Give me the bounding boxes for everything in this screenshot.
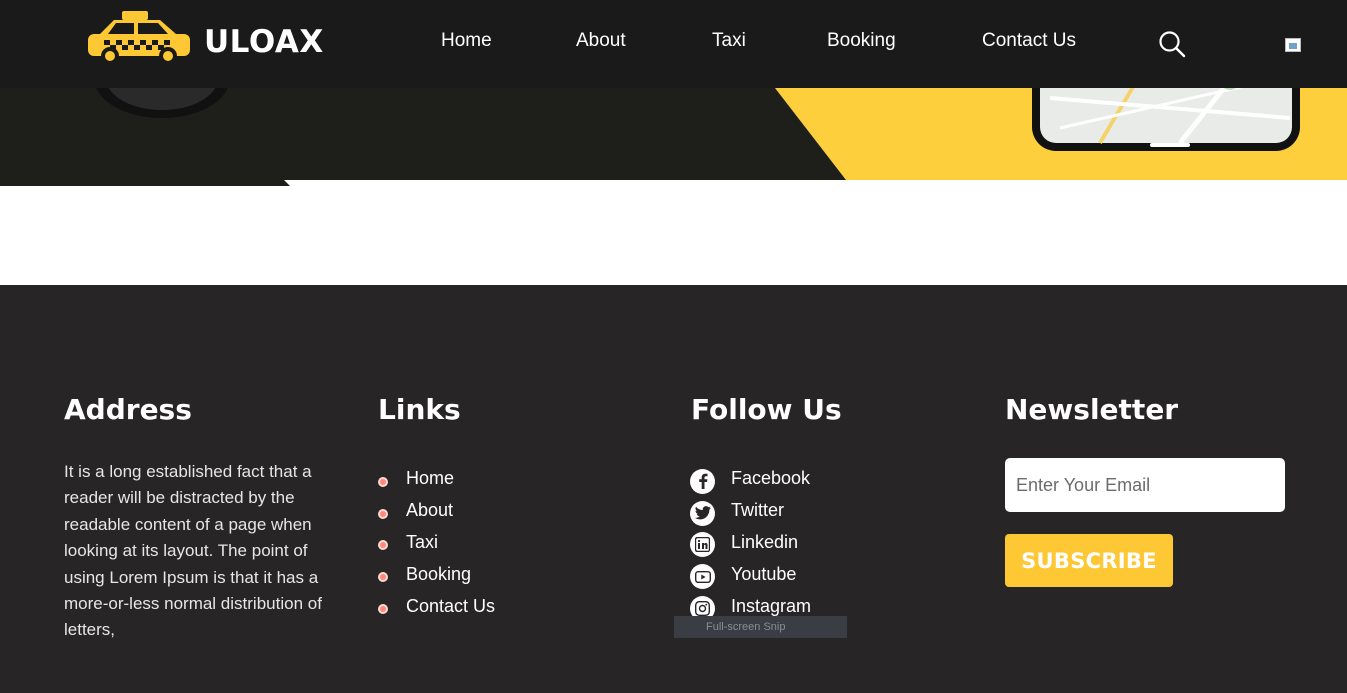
- bullet-icon: [378, 604, 388, 615]
- nav-about[interactable]: About: [576, 30, 626, 52]
- youtube-icon: [690, 564, 715, 590]
- footer-link-home[interactable]: Home: [378, 463, 495, 495]
- bullet-icon: [378, 476, 388, 487]
- nav-booking[interactable]: Booking: [827, 30, 896, 52]
- newsletter-title: Newsletter: [1005, 393, 1179, 426]
- social-link-twitter[interactable]: Twitter: [690, 495, 811, 527]
- brand-name: ULOAX: [204, 23, 324, 60]
- subscribe-button[interactable]: SUBSCRIBE: [1005, 534, 1173, 587]
- bullet-icon: [378, 508, 388, 519]
- address-text: It is a long established fact that a rea…: [64, 462, 322, 640]
- twitter-icon: [690, 500, 715, 526]
- taxi-car-icon: [86, 10, 192, 71]
- bullet-icon: [378, 540, 388, 551]
- hero-banner: [0, 88, 1347, 186]
- site-header: ULOAX Home About Taxi Booking Contact Us: [0, 0, 1347, 88]
- follow-title: Follow Us: [691, 393, 842, 426]
- newsletter-email-input[interactable]: [1005, 458, 1285, 512]
- footer-link-taxi[interactable]: Taxi: [378, 527, 495, 559]
- social-link-facebook[interactable]: Facebook: [690, 463, 811, 495]
- links-title: Links: [378, 393, 461, 426]
- white-spacer: [0, 180, 1347, 285]
- linkedin-icon: [690, 532, 715, 558]
- social-links-list: Facebook Twitter Linkedin Youtube Instag…: [690, 463, 811, 622]
- footer-link-booking[interactable]: Booking: [378, 558, 495, 590]
- hero-bottom-edge: [0, 180, 290, 186]
- social-link-linkedin[interactable]: Linkedin: [690, 527, 811, 559]
- address-title: Address: [64, 393, 192, 426]
- nav-taxi[interactable]: Taxi: [712, 30, 746, 52]
- phone-map-image: [1032, 88, 1300, 151]
- brand-logo[interactable]: ULOAX: [86, 10, 324, 71]
- footer-link-about[interactable]: About: [378, 495, 495, 527]
- footer-link-contact-us[interactable]: Contact Us: [378, 590, 495, 622]
- social-link-youtube[interactable]: Youtube: [690, 558, 811, 590]
- car-tyre-image: [96, 88, 228, 118]
- footer-links-list: Home About Taxi Booking Contact Us: [378, 463, 495, 622]
- broken-image-icon[interactable]: [1285, 38, 1301, 52]
- search-icon[interactable]: [1158, 30, 1186, 58]
- nav-contact-us[interactable]: Contact Us: [982, 30, 1076, 52]
- snip-tooltip: Full-screen Snip: [674, 616, 847, 638]
- facebook-icon: [690, 468, 715, 494]
- site-footer: Address It is a long established fact th…: [0, 285, 1347, 693]
- nav-home[interactable]: Home: [441, 30, 492, 52]
- bullet-icon: [378, 572, 388, 583]
